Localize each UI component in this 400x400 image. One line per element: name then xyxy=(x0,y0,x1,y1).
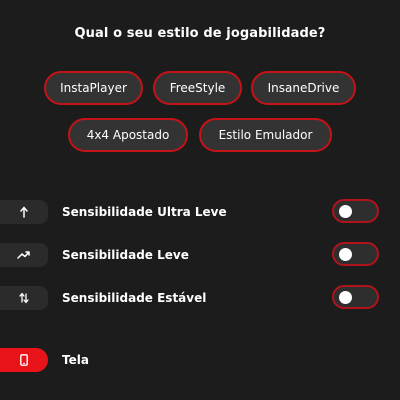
sensitivity-estavel-label: Sensibilidade Estável xyxy=(62,291,207,305)
sensitivity-estavel-toggle[interactable] xyxy=(332,285,379,309)
style-label: Estilo Emulador xyxy=(218,128,313,142)
trend-up-icon xyxy=(0,243,48,267)
screen-label: Tela xyxy=(62,353,89,367)
arrow-up-icon xyxy=(0,200,48,224)
sensitivity-leve-toggle[interactable] xyxy=(332,242,379,266)
style-insanedrive-button[interactable]: InsaneDrive xyxy=(251,71,356,105)
style-label: InsaneDrive xyxy=(267,81,340,95)
sensitivity-leve-label: Sensibilidade Leve xyxy=(62,248,189,262)
phone-icon[interactable] xyxy=(0,348,48,372)
style-4x4-apostado-button[interactable]: 4x4 Apostado xyxy=(68,118,188,152)
style-label: 4x4 Apostado xyxy=(86,128,170,142)
toggle-knob xyxy=(339,248,352,261)
style-instaplayer-button[interactable]: InstaPlayer xyxy=(44,71,143,105)
sensitivity-ultra-leve-toggle[interactable] xyxy=(332,199,379,223)
toggle-knob xyxy=(339,205,352,218)
style-freestyle-button[interactable]: FreeStyle xyxy=(153,71,242,105)
style-label: FreeStyle xyxy=(169,81,226,95)
page-title: Qual o seu estilo de jogabilidade? xyxy=(74,26,326,41)
toggle-knob xyxy=(339,291,352,304)
swap-vertical-icon xyxy=(0,286,48,310)
sensitivity-ultra-leve-label: Sensibilidade Ultra Leve xyxy=(62,205,227,219)
style-estilo-emulador-button[interactable]: Estilo Emulador xyxy=(199,118,332,152)
style-label: InstaPlayer xyxy=(60,81,127,95)
